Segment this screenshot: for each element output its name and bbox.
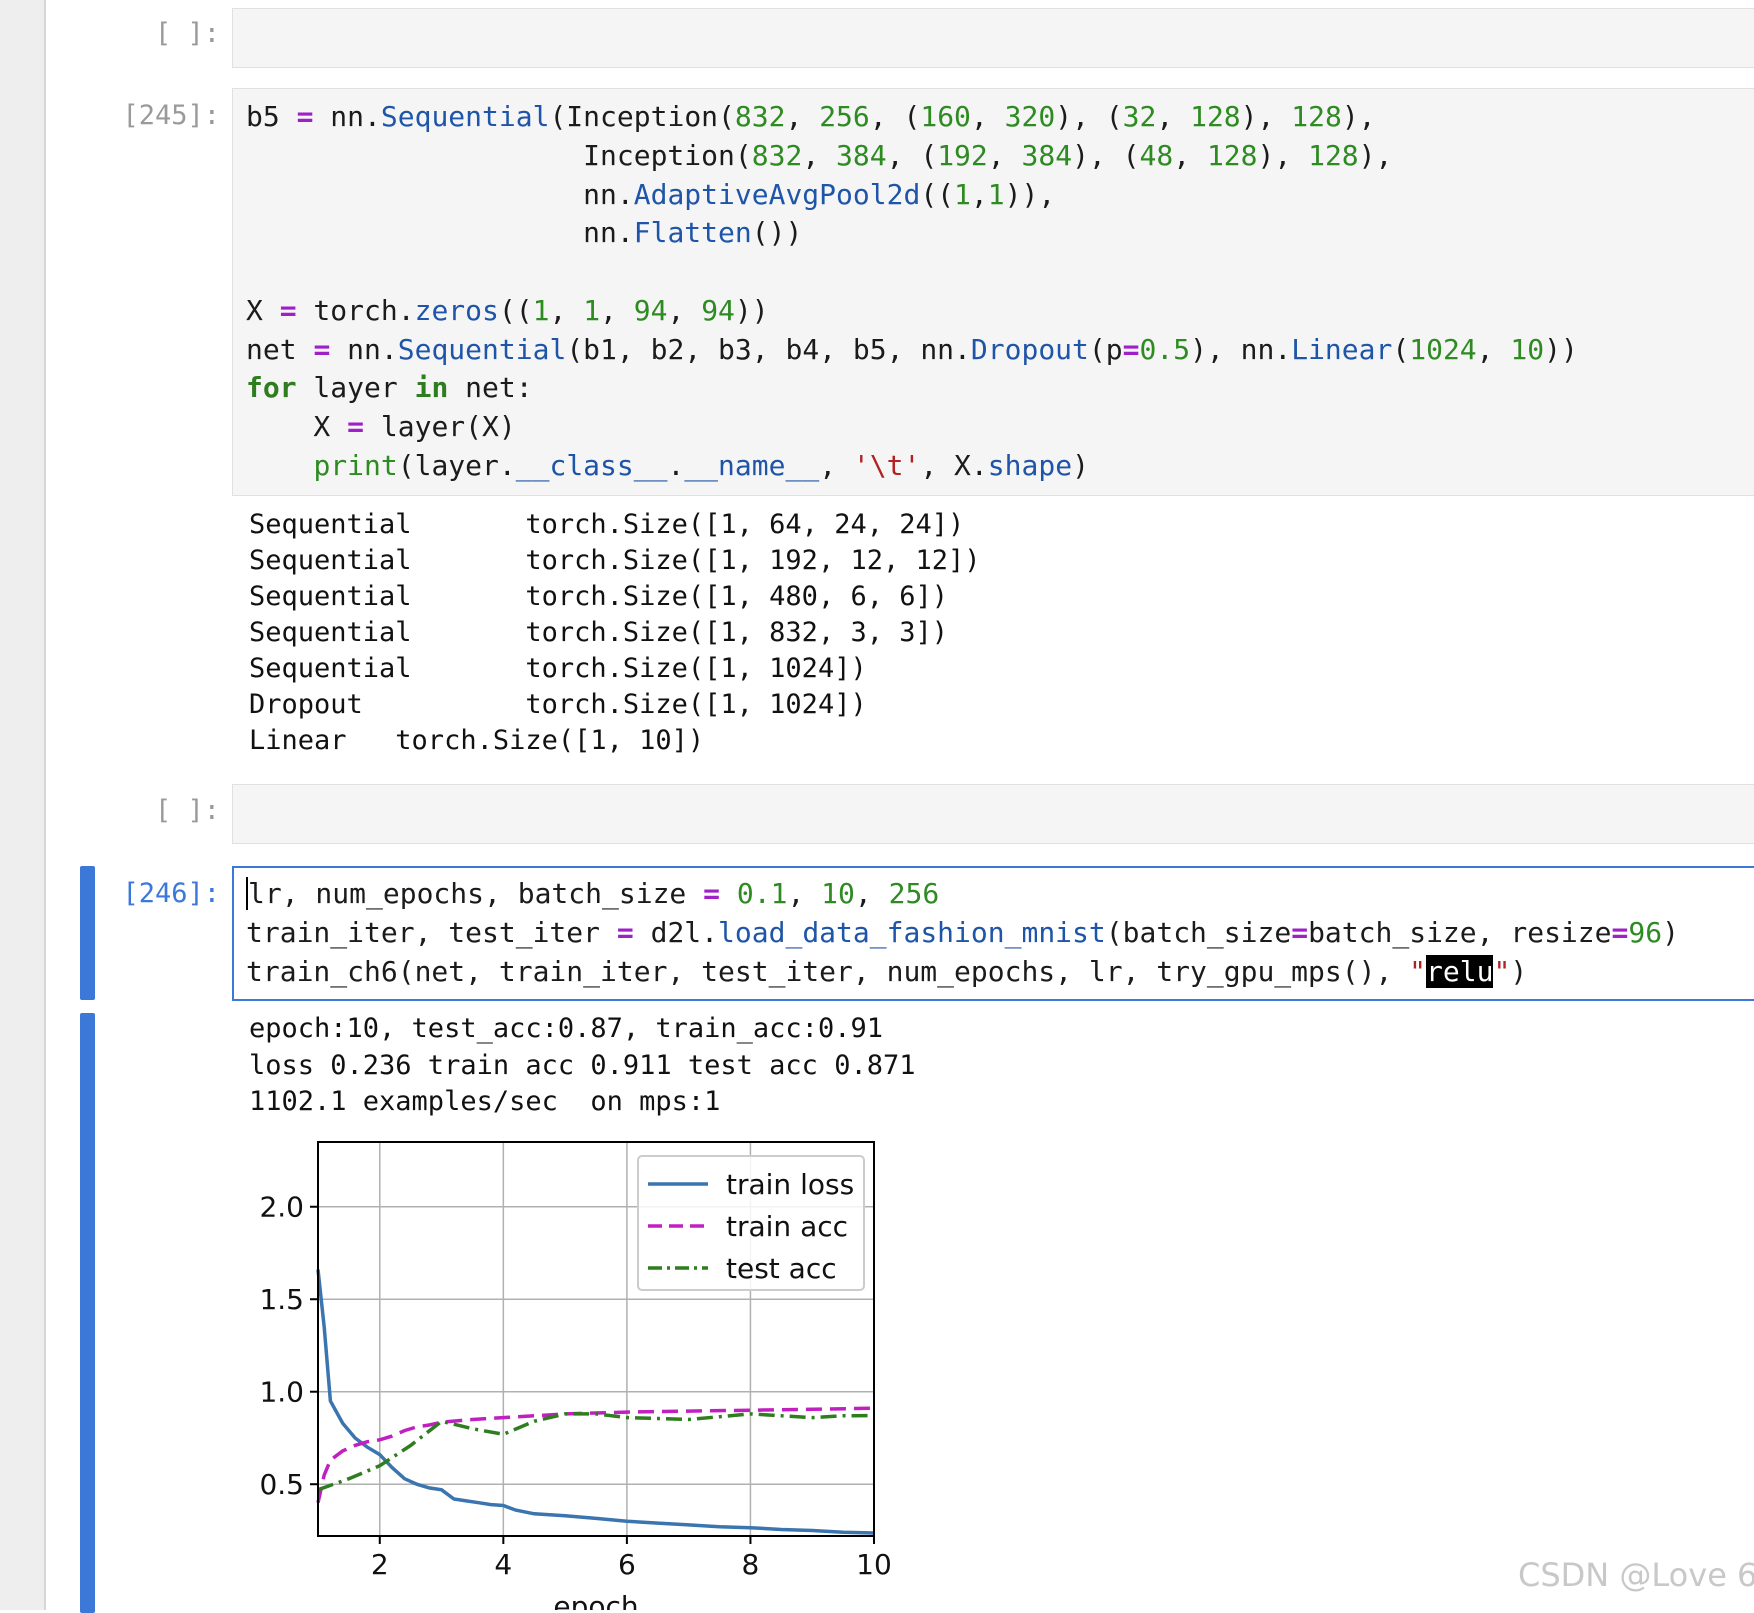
code-line: print(layer.__class__.__name__, '\t', X.… [313, 449, 1089, 482]
output-collapse-marker[interactable] [80, 1013, 95, 1613]
x-axis-label: epoch [553, 1590, 638, 1610]
legend-label: test acc [726, 1252, 837, 1285]
output-line: 1102.1 examples/sec on mps:1 [249, 1086, 721, 1117]
output-line: epoch:10, test_acc:0.87, train_acc:0.91 [249, 1013, 883, 1044]
code-line: X = layer(X) [246, 410, 516, 443]
output-line: loss 0.236 train acc 0.911 test acc 0.87… [249, 1050, 916, 1081]
code-line: net = nn.Sequential(b1, b2, b3, b4, b5, … [246, 333, 1578, 366]
code-line: X = torch.zeros((1, 1, 94, 94)) [246, 294, 769, 327]
code-cell-empty-1[interactable] [232, 8, 1754, 68]
series-line-train-acc [316, 1406, 875, 1504]
output-line: Sequential torch.Size([1, 64, 24, 24]) [249, 509, 965, 540]
output-line: Dropout torch.Size([1, 1024]) [249, 689, 867, 720]
output-line: Sequential torch.Size([1, 832, 3, 3]) [249, 617, 948, 648]
code-line: b5 = nn.Sequential(Inception(832, 256, (… [246, 100, 1376, 133]
cell-prompt-empty-1: [ ]: [154, 18, 220, 49]
code-line: nn.AdaptiveAvgPool2d((1,1)), [246, 178, 1056, 211]
y-tick-label: 2.0 [259, 1191, 304, 1224]
output-line: Sequential torch.Size([1, 1024]) [249, 653, 867, 684]
active-cell-marker[interactable] [80, 866, 95, 1000]
cell-prompt-empty-2: [ ]: [154, 795, 220, 826]
y-tick-label: 1.5 [259, 1283, 304, 1316]
output-line: Linear torch.Size([1, 10]) [249, 725, 705, 756]
code-line: Inception(832, 384, (192, 384), (48, 128… [246, 139, 1393, 172]
legend-label: train acc [726, 1210, 848, 1243]
y-tick-label: 1.0 [259, 1376, 304, 1409]
code-line: train_iter, test_iter = d2l.load_data_fa… [246, 916, 1679, 949]
code-cell-empty-2[interactable] [232, 784, 1754, 844]
x-tick-label: 4 [494, 1548, 512, 1581]
training-chart: 2 4 6 8 10 0.5 1.0 1.5 2.0 epoch train loss train a… [259, 1141, 892, 1610]
code-line: for layer in net: [246, 371, 533, 404]
legend-label: train loss [726, 1168, 854, 1201]
code-line: lr, num_epochs, batch_size = 0.1, 10, 25… [246, 877, 940, 910]
output-line: Sequential torch.Size([1, 480, 6, 6]) [249, 581, 948, 612]
x-tick-label: 8 [742, 1548, 760, 1581]
series-line-train-loss [316, 1269, 875, 1535]
watermark: CSDN @Love 6 [1518, 1556, 1754, 1594]
cell-prompt-246: [246]: [122, 878, 220, 909]
x-tick-label: 10 [856, 1548, 892, 1581]
output-line: Sequential torch.Size([1, 192, 12, 12]) [249, 545, 981, 576]
code-line: nn.Flatten()) [246, 216, 803, 249]
x-tick-label: 6 [618, 1548, 636, 1581]
cell-prompt-245: [245]: [122, 100, 220, 131]
x-tick-label: 2 [371, 1548, 389, 1581]
y-tick-label: 0.5 [259, 1468, 304, 1501]
code-line: train_ch6(net, train_iter, test_iter, nu… [246, 955, 1528, 988]
left-gutter [0, 0, 46, 1610]
series-line-test-acc [317, 1412, 875, 1492]
